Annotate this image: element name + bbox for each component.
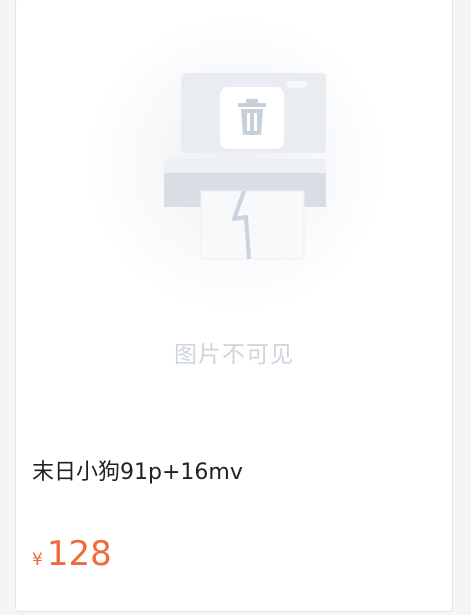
product-price: ¥128 <box>32 534 112 574</box>
broken-image-printer-icon <box>164 73 326 260</box>
currency-symbol: ¥ <box>32 550 43 570</box>
product-title[interactable]: 末日小狗91p+16mv <box>32 454 243 486</box>
trash-icon <box>220 87 284 149</box>
product-image-placeholder[interactable]: 图片不可见 <box>16 0 452 409</box>
image-unavailable-text: 图片不可见 <box>174 342 294 368</box>
price-amount: 128 <box>46 534 112 574</box>
product-card[interactable]: 图片不可见 末日小狗91p+16mv ¥128 <box>15 0 453 612</box>
